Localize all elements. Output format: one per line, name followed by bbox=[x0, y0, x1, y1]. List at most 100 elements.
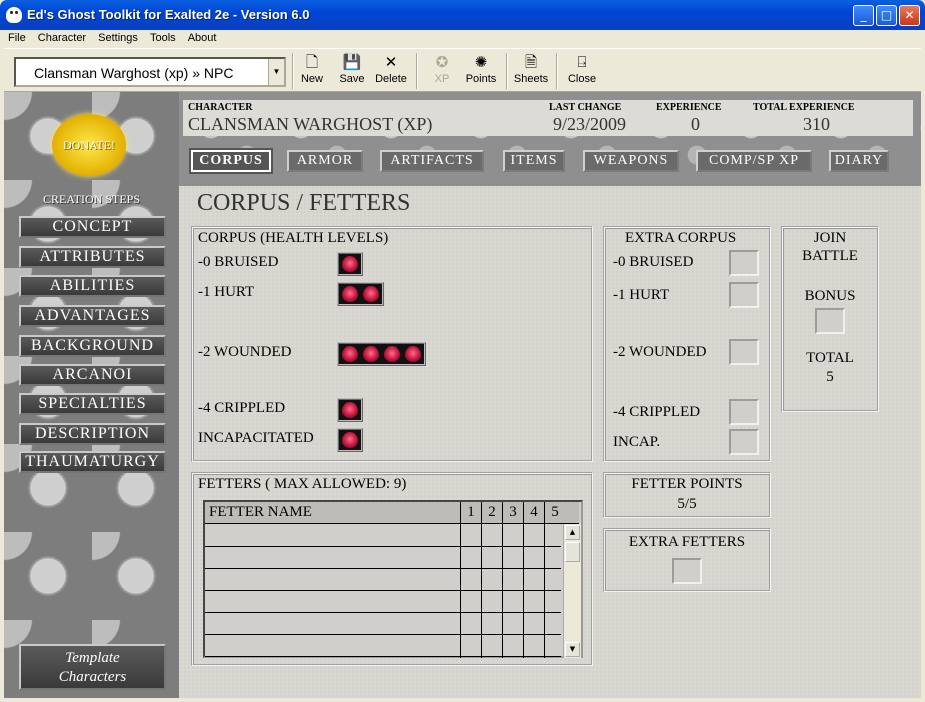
bonus-field[interactable] bbox=[815, 308, 845, 334]
scroll-up-icon[interactable]: ▲ bbox=[565, 525, 580, 540]
template-label-1: Template bbox=[65, 650, 120, 666]
donate-button[interactable]: DONATE! bbox=[52, 114, 126, 176]
tab-items[interactable]: Items bbox=[503, 150, 565, 172]
fetter-points-box: FETTER POINTS 5/5 bbox=[603, 472, 771, 518]
hurt-hearts[interactable] bbox=[337, 282, 384, 306]
creation-steps-header: CREATION STEPS bbox=[42, 192, 140, 206]
sheets-icon: 🗎 bbox=[524, 54, 538, 71]
bruised-hearts[interactable] bbox=[337, 252, 363, 276]
incapacitated-hearts[interactable] bbox=[337, 428, 363, 452]
menu-about[interactable]: About bbox=[184, 30, 222, 44]
points-button[interactable]: ✺ Points bbox=[460, 53, 502, 91]
bruised-label: -0 BRUISED bbox=[198, 254, 279, 270]
tab-armor[interactable]: Armor bbox=[287, 150, 363, 172]
sheets-button[interactable]: 🗎 Sheets bbox=[510, 53, 552, 91]
toolbar-separator bbox=[556, 53, 558, 89]
step-background[interactable]: Background bbox=[19, 335, 166, 357]
menu-tools[interactable]: Tools bbox=[146, 30, 181, 44]
tab-corpus[interactable]: Corpus bbox=[191, 150, 271, 172]
template-label-2: Characters bbox=[58, 669, 127, 685]
tab-comp-sp-xp[interactable]: Comp/Sp XP bbox=[696, 150, 812, 172]
bonus-label: BONUS bbox=[804, 288, 856, 304]
col-divider bbox=[544, 524, 545, 658]
step-thaumaturgy[interactable]: Thaumaturgy bbox=[19, 451, 166, 473]
table-row[interactable] bbox=[205, 612, 561, 613]
tab-weapons[interactable]: Weapons bbox=[583, 150, 679, 172]
join-battle-box: JOIN BATTLE BONUS TOTAL 5 bbox=[781, 226, 879, 412]
delete-x-icon: ✕ bbox=[384, 54, 398, 71]
extra-wounded-field[interactable] bbox=[729, 339, 759, 365]
step-advantages[interactable]: Advantages bbox=[19, 305, 166, 327]
maximize-button[interactable]: □ bbox=[876, 5, 897, 26]
crippled-hearts[interactable] bbox=[337, 398, 363, 422]
total-experience-label: TOTAL EXPERIENCE bbox=[753, 102, 855, 113]
heart-icon bbox=[342, 402, 358, 418]
menu-file[interactable]: File bbox=[4, 30, 31, 44]
step-attributes[interactable]: Attributes bbox=[19, 246, 166, 268]
col-3-header: 3 bbox=[502, 502, 523, 523]
extra-crippled-field[interactable] bbox=[729, 399, 759, 425]
close-button[interactable]: ⍈ Close bbox=[561, 53, 603, 91]
template-characters-button[interactable]: Template Characters bbox=[19, 644, 166, 690]
scroll-thumb[interactable] bbox=[565, 542, 580, 562]
heart-icon bbox=[363, 286, 379, 302]
table-row[interactable] bbox=[205, 568, 561, 569]
xp-icon: ✪ bbox=[435, 54, 449, 71]
title-bar: Ed's Ghost Toolkit for Exalted 2e - Vers… bbox=[0, 0, 925, 30]
delete-button[interactable]: ✕ Delete bbox=[370, 53, 412, 91]
table-row[interactable] bbox=[205, 634, 561, 635]
step-description[interactable]: Description bbox=[19, 423, 166, 445]
table-row[interactable] bbox=[205, 590, 561, 591]
table-row[interactable] bbox=[205, 546, 561, 547]
close-window-button[interactable]: ✕ bbox=[899, 5, 920, 26]
last-change-value: 9/23/2009 bbox=[553, 114, 627, 134]
character-select-value: Clansman Warghost (xp) » NPC bbox=[34, 65, 234, 81]
minimize-button[interactable]: _ bbox=[853, 5, 874, 26]
col-divider bbox=[523, 524, 524, 658]
character-select[interactable]: Clansman Warghost (xp) » NPC ▼ bbox=[14, 57, 286, 87]
chevron-down-icon[interactable]: ▼ bbox=[268, 59, 284, 85]
extra-hurt-field[interactable] bbox=[729, 282, 759, 308]
extra-bruised-label: -0 BRUISED bbox=[613, 254, 694, 270]
tab-diary[interactable]: Diary bbox=[829, 150, 889, 172]
xp-button-label: XP bbox=[434, 73, 450, 85]
extra-fetters-field[interactable] bbox=[672, 558, 702, 584]
tab-artifacts[interactable]: Artifacts bbox=[380, 150, 484, 172]
extra-bruised-field[interactable] bbox=[729, 250, 759, 276]
save-button[interactable]: 💾 Save bbox=[331, 53, 373, 91]
extra-hurt-label: -1 HURT bbox=[613, 287, 670, 303]
corpus-panel: CORPUS / FETTERS CORPUS (HEALTH LEVELS) … bbox=[179, 186, 921, 698]
scroll-down-icon[interactable]: ▼ bbox=[565, 642, 580, 657]
delete-button-label: Delete bbox=[375, 73, 407, 85]
step-concept[interactable]: Concept bbox=[19, 216, 166, 238]
page-title: CORPUS / FETTERS bbox=[197, 190, 411, 216]
close-button-label: Close bbox=[567, 73, 597, 85]
fetter-points-value: 5/5 bbox=[677, 496, 697, 512]
wounded-label: -2 WOUNDED bbox=[198, 344, 292, 360]
extra-fetters-label: EXTRA FETTERS bbox=[628, 534, 746, 550]
new-button[interactable]: 🗋 New bbox=[291, 53, 333, 91]
extra-crippled-label: -4 CRIPPLED bbox=[613, 404, 701, 420]
menu-settings[interactable]: Settings bbox=[94, 30, 143, 44]
fetters-scrollbar[interactable]: ▲ ▼ bbox=[563, 524, 581, 658]
col-1-header: 1 bbox=[460, 502, 481, 523]
step-specialties[interactable]: Specialties bbox=[19, 393, 166, 415]
last-change-label: LAST CHANGE bbox=[549, 102, 622, 113]
extra-incap-field[interactable] bbox=[729, 429, 759, 455]
table-row[interactable] bbox=[205, 656, 561, 657]
step-abilities[interactable]: Abilities bbox=[19, 275, 166, 297]
extra-fetters-box: EXTRA FETTERS bbox=[603, 528, 771, 592]
menu-bar: File Character Settings Tools About bbox=[4, 30, 921, 48]
step-arcanoi[interactable]: Arcanoi bbox=[19, 364, 166, 386]
total-label: TOTAL bbox=[806, 350, 854, 366]
main-area: DONATE! CREATION STEPS Concept Attribute… bbox=[4, 92, 921, 698]
toolbar-separator bbox=[506, 53, 508, 89]
heart-icon bbox=[363, 346, 379, 362]
xp-button[interactable]: ✪ XP bbox=[421, 53, 463, 91]
ghost-app-icon bbox=[6, 7, 22, 23]
wounded-hearts[interactable] bbox=[337, 342, 426, 366]
close-door-icon: ⍈ bbox=[577, 54, 587, 71]
menu-character[interactable]: Character bbox=[34, 30, 91, 44]
heart-icon bbox=[342, 286, 358, 302]
col-divider bbox=[481, 524, 482, 658]
